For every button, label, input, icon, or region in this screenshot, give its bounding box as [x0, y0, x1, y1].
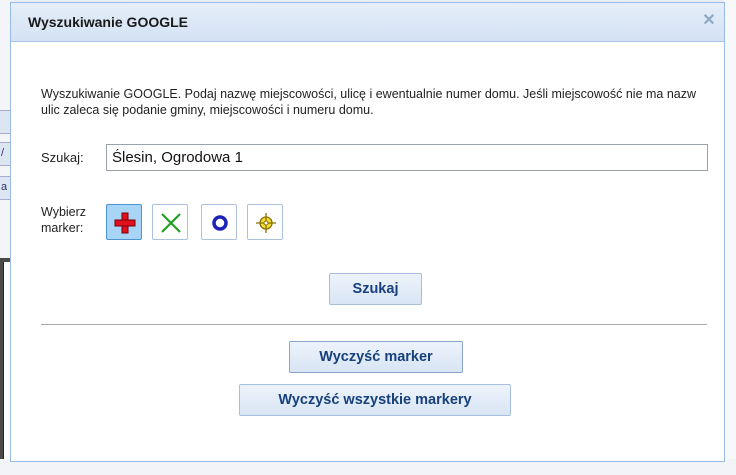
google-search-dialog: Wyszukiwanie GOOGLE ✕ Wyszukiwanie GOOGL… — [10, 2, 725, 462]
background-fragment: / — [0, 142, 10, 166]
marker-label-line1: Wybierz — [41, 205, 87, 219]
dialog-titlebar[interactable]: Wyszukiwanie GOOGLE ✕ — [11, 3, 724, 42]
close-icon[interactable]: ✕ — [700, 12, 718, 30]
clear-all-markers-button[interactable]: Wyczyść wszystkie markery — [239, 384, 511, 416]
clear-marker-button[interactable]: Wyczyść marker — [289, 341, 463, 373]
dialog-description: Wyszukiwanie GOOGLE. Podaj nazwę miejsco… — [41, 87, 697, 117]
background-fragment — [0, 110, 10, 134]
marker-label-line2: marker: — [41, 221, 84, 235]
search-label: Szukaj: — [41, 150, 84, 165]
marker-label: Wybierz marker: — [41, 204, 86, 236]
background-right-column — [724, 0, 736, 475]
red-cross-icon — [114, 212, 136, 234]
background-fragment: a — [0, 176, 10, 200]
marker-option-yellow-crosshair[interactable] — [247, 204, 283, 240]
search-input[interactable] — [106, 144, 708, 171]
search-button[interactable]: Szukaj — [329, 273, 422, 305]
yellow-crosshair-icon — [256, 213, 276, 233]
marker-option-red-cross[interactable] — [106, 204, 142, 240]
marker-option-green-x[interactable] — [152, 204, 188, 240]
dialog-title: Wyszukiwanie GOOGLE — [28, 14, 189, 30]
marker-option-blue-circle[interactable] — [201, 204, 237, 240]
green-x-icon — [161, 213, 181, 233]
divider — [41, 324, 707, 325]
blue-circle-icon — [212, 215, 228, 231]
